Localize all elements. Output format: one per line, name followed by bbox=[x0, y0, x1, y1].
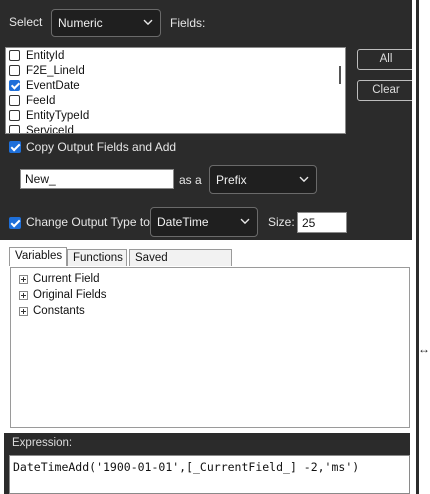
fields-label: Fields: bbox=[170, 16, 206, 30]
field-checkbox[interactable] bbox=[9, 50, 20, 61]
field-row[interactable]: FeeId bbox=[6, 93, 345, 108]
select-label: Select bbox=[9, 15, 43, 29]
type-dropdown-value: Numeric bbox=[58, 16, 103, 30]
copy-output-label: Copy Output Fields and Add bbox=[26, 140, 177, 154]
config-panel: Select Numeric Fields: EntityId F2E_Line… bbox=[0, 0, 415, 240]
clear-button[interactable]: Clear bbox=[357, 80, 415, 101]
expand-icon[interactable] bbox=[19, 290, 28, 300]
variables-tree[interactable]: Current Field Original Fields Constants bbox=[10, 267, 410, 428]
field-checkbox[interactable] bbox=[9, 95, 20, 106]
tree-item-constants[interactable]: Constants bbox=[19, 305, 85, 317]
tree-item-label: Original Fields bbox=[33, 289, 107, 301]
chevron-down-icon bbox=[240, 218, 250, 225]
field-row[interactable]: F2E_LineId bbox=[6, 63, 345, 78]
field-name: EntityTypeId bbox=[26, 109, 90, 122]
tree-item-label: Current Field bbox=[33, 273, 100, 285]
chevron-down-icon bbox=[143, 19, 153, 26]
expression-label: Expression: bbox=[12, 437, 73, 449]
resize-arrows-icon[interactable]: ↔ bbox=[418, 342, 430, 356]
tree-item-current-field[interactable]: Current Field bbox=[19, 273, 99, 285]
expression-panel: Expression: DateTimeAdd('1900-01-01',[_C… bbox=[4, 433, 410, 494]
output-type-dropdown-value: DateTime bbox=[157, 215, 209, 229]
field-checkbox[interactable] bbox=[9, 80, 20, 91]
field-checkbox[interactable] bbox=[9, 125, 20, 133]
tree-item-label: Constants bbox=[33, 305, 85, 317]
type-dropdown[interactable]: Numeric bbox=[51, 9, 161, 37]
chevron-down-icon bbox=[299, 176, 309, 182]
tab-functions[interactable]: Functions bbox=[67, 249, 127, 266]
position-dropdown[interactable]: Prefix bbox=[209, 165, 317, 194]
field-name: EventDate bbox=[26, 79, 80, 92]
field-row[interactable]: ServiceId bbox=[6, 123, 345, 134]
field-name: F2E_LineId bbox=[26, 64, 85, 77]
splitter-line[interactable] bbox=[416, 0, 419, 494]
field-name: ServiceId bbox=[26, 124, 74, 134]
tab-saved-expressions[interactable]: Saved Expressions bbox=[129, 249, 232, 281]
position-dropdown-value: Prefix bbox=[216, 172, 247, 187]
size-label: Size: bbox=[268, 215, 295, 229]
change-type-checkbox[interactable] bbox=[9, 217, 21, 229]
prefix-input[interactable]: New_ bbox=[20, 169, 174, 189]
expression-editor[interactable]: DateTimeAdd('1900-01-01',[_CurrentField_… bbox=[9, 455, 410, 494]
copy-output-checkbox[interactable] bbox=[9, 141, 21, 153]
all-button[interactable]: All bbox=[357, 49, 415, 70]
tab-variables[interactable]: Variables bbox=[9, 247, 67, 266]
window-edge bbox=[412, 0, 430, 494]
fields-list[interactable]: EntityId F2E_LineId EventDate FeeId Enti… bbox=[5, 47, 346, 134]
expand-icon[interactable] bbox=[19, 274, 28, 284]
field-checkbox[interactable] bbox=[9, 65, 20, 76]
field-name: EntityId bbox=[26, 49, 65, 62]
field-row[interactable]: EntityTypeId bbox=[6, 108, 345, 123]
change-type-label: Change Output Type to bbox=[26, 215, 150, 229]
fields-scrollbar[interactable] bbox=[339, 66, 341, 84]
size-input[interactable]: 25 bbox=[297, 212, 347, 233]
tree-item-original-fields[interactable]: Original Fields bbox=[19, 289, 107, 301]
field-row[interactable]: EventDate bbox=[6, 78, 345, 93]
as-a-label: as a bbox=[179, 173, 202, 187]
field-row[interactable]: EntityId bbox=[6, 48, 345, 63]
field-checkbox[interactable] bbox=[9, 110, 20, 121]
expand-icon[interactable] bbox=[19, 306, 28, 316]
field-name: FeeId bbox=[26, 94, 56, 107]
output-type-dropdown[interactable]: DateTime bbox=[150, 207, 258, 237]
